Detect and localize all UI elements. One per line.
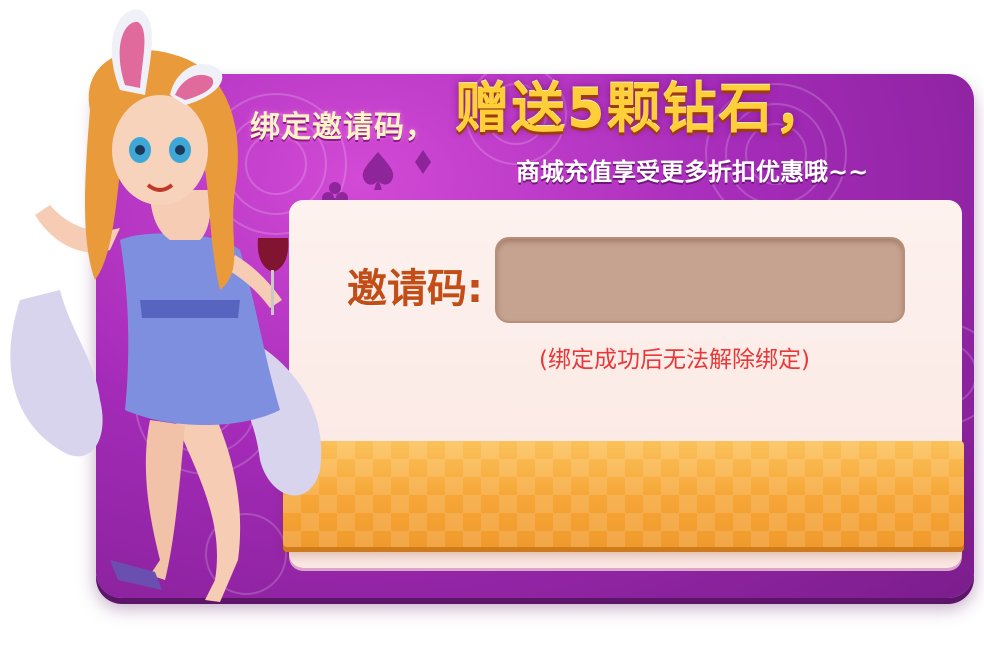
bind-invite-dialog: 绑定邀请码， 赠送5颗钻石， 商城充值享受更多折扣优惠哦~~ 邀请码: (绑定成… [0, 0, 984, 654]
promo-title-big: 赠送5颗钻石， [455, 77, 831, 140]
unbind-warning: (绑定成功后无法解除绑定) [539, 347, 810, 373]
promo-subtitle: 商城充值享受更多折扣优惠哦~~ [516, 158, 869, 186]
invite-code-input[interactable] [495, 237, 905, 323]
invite-code-label: 邀请码: [347, 266, 483, 312]
bunny-girl-mascot [10, 9, 322, 602]
confirm-button[interactable] [283, 441, 964, 547]
